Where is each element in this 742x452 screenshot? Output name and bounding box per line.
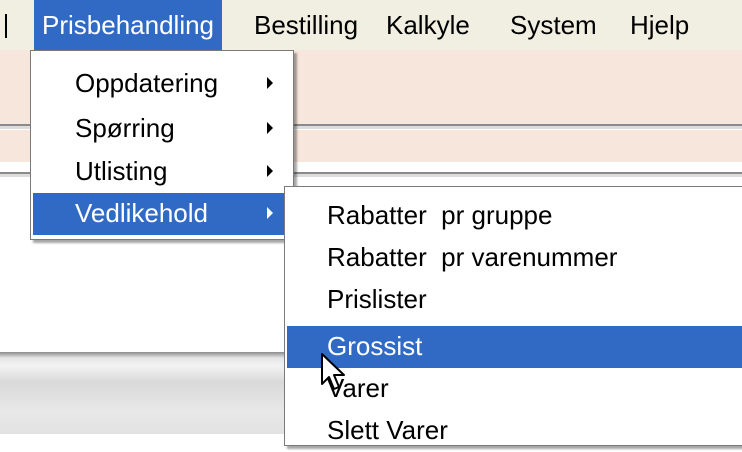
menubar-separator [5,14,7,38]
menu-item-rabatter-pr-gruppe[interactable]: Rabatter pr gruppe [287,195,742,237]
triangle-right-icon [267,207,273,219]
menu-item-varer[interactable]: Varer [287,368,742,410]
triangle-right-icon [267,77,273,89]
menu-hjelp[interactable]: Hjelp [622,0,697,50]
menu-item-slett-varer[interactable]: Slett Varer [287,410,742,452]
menu-item-label: Prislister [327,284,427,314]
menu-item-label: Spørring [75,113,175,143]
vedlikehold-submenu: Rabatter pr gruppe Rabatter pr varenumme… [284,186,742,446]
menu-system[interactable]: System [502,0,605,50]
menu-item-label: Utlisting [75,156,168,186]
menu-item-rabatter-pr-varenummer[interactable]: Rabatter pr varenummer [287,237,742,279]
menu-item-label: Rabatter pr varenummer [327,242,618,272]
menu-item-oppdatering[interactable]: Oppdatering [33,63,291,105]
menu-bar: Prisbehandling Bestilling Kalkyle System… [0,0,742,50]
triangle-right-icon [267,165,273,177]
menu-item-label: Vedlikehold [75,198,208,228]
menu-item-sporring[interactable]: Spørring [33,108,291,150]
menu-bestilling[interactable]: Bestilling [246,0,366,50]
menu-prisbehandling[interactable]: Prisbehandling [34,0,223,50]
triangle-right-icon [267,122,273,134]
menu-kalkyle[interactable]: Kalkyle [378,0,478,50]
menu-item-vedlikehold[interactable]: Vedlikehold [33,193,291,235]
menu-item-label: Oppdatering [75,68,219,98]
menu-item-utlisting[interactable]: Utlisting [33,151,291,193]
menu-item-prislister[interactable]: Prislister [287,279,742,321]
prisbehandling-dropdown: Oppdatering Spørring Utlisting Vedlikeho… [30,50,294,240]
menu-item-grossist[interactable]: Grossist [287,326,742,368]
menu-item-label: Rabatter pr gruppe [327,200,553,230]
arrow-pointer-icon [321,353,345,390]
menu-item-label: Slett Varer [327,415,448,445]
